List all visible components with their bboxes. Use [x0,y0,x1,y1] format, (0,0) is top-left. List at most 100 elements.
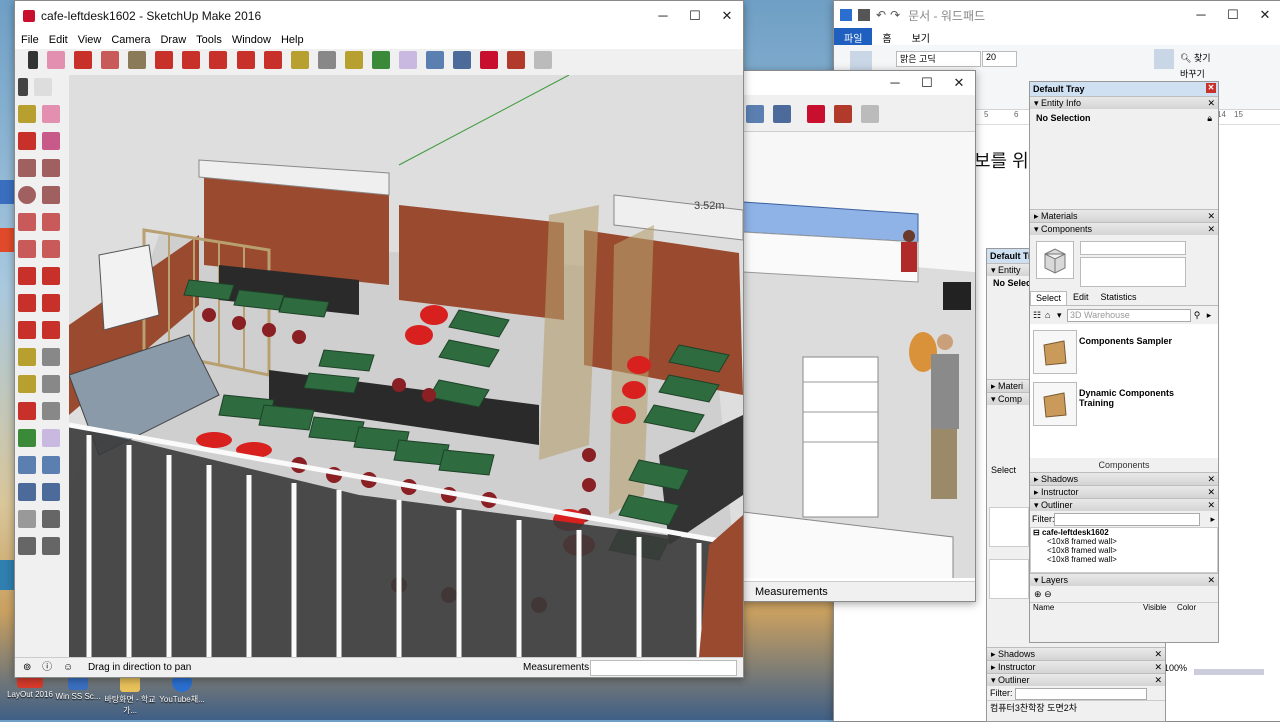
close-button[interactable]: ✕ [943,75,975,91]
menu-edit[interactable]: Edit [47,34,76,46]
arc-icon[interactable] [101,51,120,69]
menu-tools[interactable]: Tools [194,34,230,46]
move-icon[interactable] [209,51,228,69]
wordpad-document-text[interactable]: 보를 위 [974,147,1029,173]
pan-tool-icon[interactable] [42,429,60,447]
outliner-root-item[interactable]: ⊟ cafe-leftdesk1602 [1033,528,1217,537]
back-component-thumb[interactable] [989,507,1029,547]
lock-icon[interactable]: 🔒︎ [1207,113,1212,124]
user-icon[interactable]: ☺ [63,662,73,673]
measurements-input[interactable] [590,660,737,676]
menu-window[interactable]: Window [230,34,279,46]
axes-tool-icon[interactable] [18,402,36,420]
tape-tool-icon[interactable] [18,348,36,366]
zoom-slider[interactable] [1194,669,1264,675]
rotated-rect-icon[interactable] [42,159,60,177]
home-icon[interactable]: ⌂ [1045,310,1057,320]
minimize-button[interactable]: ─ [879,75,911,91]
follow-me-icon[interactable] [182,51,201,69]
extension-warehouse-icon[interactable] [507,51,526,69]
close-button[interactable]: ✕ [1249,7,1280,23]
outliner-item[interactable]: <10x8 framed wall> [1033,546,1217,555]
follow-me-tool-icon[interactable] [42,294,60,312]
back-outliner-header[interactable]: ▾ Outliner ✕ [987,673,1165,686]
component-name-field[interactable] [1080,241,1186,255]
desktop-icon-folder[interactable]: 바탕화면 - 학교 가... [100,676,160,716]
materials-header[interactable]: ▸ Materials ✕ [1030,209,1218,222]
credits-icon[interactable]: ⓘ [42,662,52,673]
desktop-edge-icon[interactable] [0,560,14,590]
warehouse-search-input[interactable]: 3D Warehouse [1067,308,1191,322]
position-camera-icon[interactable] [18,510,36,528]
push-pull-tool-icon[interactable] [42,267,60,285]
second-viewport[interactable] [743,132,975,578]
font-size-select[interactable]: 20 [982,51,1017,67]
back-shadows-header[interactable]: ▸ Shadows ✕ [987,647,1165,660]
desktop-edge-icon[interactable] [0,228,14,252]
tray-close-icon[interactable]: ✕ [1206,83,1216,93]
zoom-extents-icon[interactable] [773,105,792,123]
maximize-button[interactable]: ☐ [1217,7,1249,23]
select-arrow-icon[interactable] [28,51,38,69]
menu-file[interactable]: File [19,34,47,46]
warehouse-icon[interactable] [480,51,499,69]
offset-tool-icon[interactable] [42,321,60,339]
paint-bucket-icon[interactable] [344,51,363,69]
scale-icon[interactable] [263,51,282,69]
tab-home[interactable]: 홈 [872,28,901,47]
pencil-icon[interactable] [74,51,93,69]
rotate-icon[interactable] [236,51,255,69]
scale-tool-icon[interactable] [18,321,36,339]
outliner-details-icon[interactable]: ▸ [1210,511,1215,527]
move-tool-icon[interactable] [18,267,36,285]
outliner-filter-input[interactable] [1054,513,1200,526]
dimension-tool-icon[interactable] [42,348,60,366]
zoom-extents-tool-icon[interactable] [18,483,36,501]
font-name-select[interactable]: 맑은 고딕 [896,51,981,67]
shadows-header[interactable]: ▸ Shadows ✕ [1030,472,1218,485]
menu-help[interactable]: Help [279,34,312,46]
component-item[interactable]: Dynamic Components Training [1033,382,1203,428]
pie-tool-icon[interactable] [42,240,60,258]
close-button[interactable]: ✕ [711,8,743,24]
back-filter-input[interactable] [1015,687,1148,700]
section-plane-icon[interactable] [42,537,60,555]
tab-statistics[interactable]: Statistics [1095,291,1143,305]
two-point-arc-icon[interactable] [42,213,60,231]
zoom-tool-icon[interactable] [18,456,36,474]
previous-view-icon[interactable] [42,483,60,501]
geo-location-icon[interactable]: ⊚ [23,662,31,673]
save-icon[interactable] [858,9,870,21]
menu-draw[interactable]: Draw [158,34,194,46]
look-around-icon[interactable] [42,510,60,528]
remove-layer-icon[interactable]: ⊖ [1044,589,1052,599]
paint-tool-icon[interactable] [18,105,36,123]
back-select-tab[interactable]: Select [991,465,1016,475]
undo-icon[interactable]: ↶ [876,8,886,22]
outliner-header[interactable]: ▾ Outliner ✕ [1030,498,1218,511]
dropdown-icon[interactable]: ▾ [1057,310,1067,321]
rectangle-tool-icon[interactable] [18,159,36,177]
minimize-button[interactable]: ─ [1185,7,1217,23]
push-pull-icon[interactable] [155,51,174,69]
tab-view[interactable]: 보기 [902,28,940,47]
3d-text-tool-icon[interactable] [42,402,60,420]
back-component-thumb[interactable] [989,559,1029,599]
eraser-icon[interactable] [47,51,66,69]
details-arrow-icon[interactable]: ▸ [1203,310,1215,321]
share-icon[interactable] [861,105,880,123]
shape-icon[interactable] [128,51,147,69]
tape-measure-icon[interactable] [290,51,309,69]
maximize-button[interactable]: ☐ [911,75,943,91]
zoom-icon[interactable] [746,105,764,123]
component-description-field[interactable] [1080,257,1186,287]
tab-select[interactable]: Select [1030,291,1068,305]
zoom-icon[interactable] [425,51,444,69]
zoom-window-icon[interactable] [42,456,60,474]
redo-icon[interactable]: ↷ [890,8,900,22]
outliner-item[interactable]: <10x8 framed wall> [1033,537,1217,546]
polygon-tool-icon[interactable] [42,186,60,204]
insert-picture-icon[interactable] [1154,49,1174,69]
outliner-item[interactable]: <10x8 framed wall> [1033,555,1217,564]
instructor-header[interactable]: ▸ Instructor ✕ [1030,485,1218,498]
